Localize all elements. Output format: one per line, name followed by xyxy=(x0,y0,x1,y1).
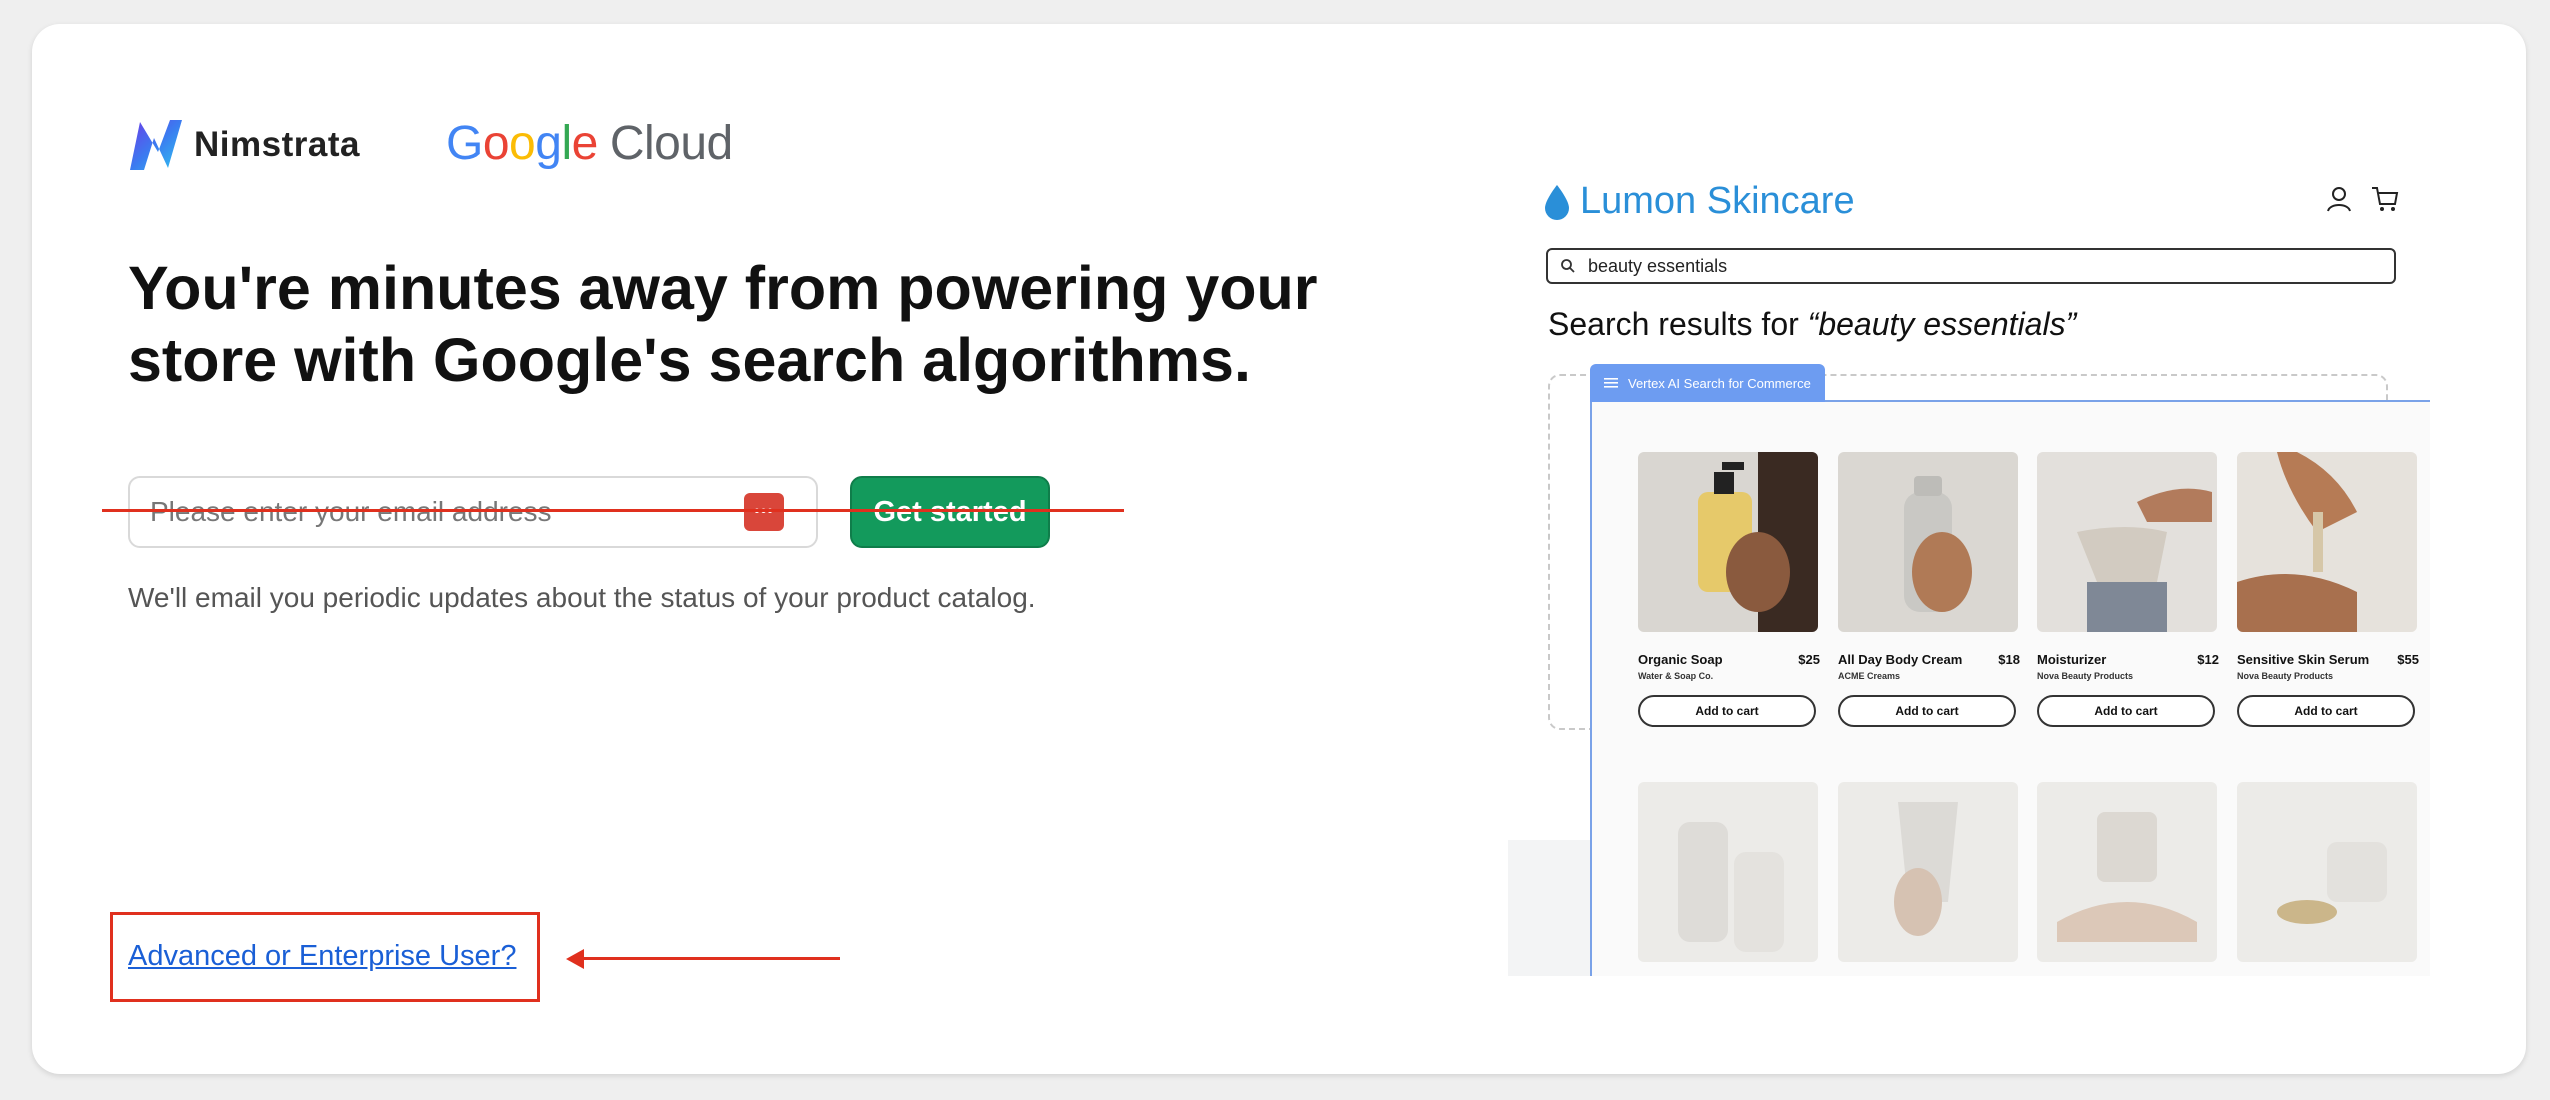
nimstrata-logo-mark xyxy=(130,120,182,170)
product-brand: Water & Soap Co. xyxy=(1638,671,1714,681)
email-field[interactable] xyxy=(150,478,750,546)
shop-name: Lumon Skincare xyxy=(1580,180,1855,222)
product-brand: Nova Beauty Products xyxy=(2037,671,2134,681)
search-icon xyxy=(1561,259,1575,273)
product-image xyxy=(2037,452,2217,632)
product-price: $55 xyxy=(2397,652,2419,667)
product-price: $18 xyxy=(1998,652,2020,667)
product-image xyxy=(2237,452,2417,632)
arrow-annotation-line xyxy=(580,957,840,960)
product-name: Sensitive Skin Serum xyxy=(2237,652,2370,667)
nimstrata-logo: Nimstrata xyxy=(128,118,360,172)
google-logo-letter: o xyxy=(509,117,536,170)
product-image xyxy=(1638,782,1818,962)
email-field-wrapper: ••• xyxy=(128,476,818,548)
water-drop-icon xyxy=(1545,184,1569,220)
product-image xyxy=(1638,452,1818,632)
get-started-button[interactable]: Get started xyxy=(850,476,1050,548)
google-logo-letter: G xyxy=(446,117,483,170)
product-name: All Day Body Cream xyxy=(1838,652,1963,667)
product-card: All Day Body Cream $18 ACME Creams Add to… xyxy=(1838,452,2020,727)
product-price: $25 xyxy=(1798,652,1820,667)
add-to-cart-button[interactable]: Add to cart xyxy=(1838,695,2016,727)
user-icon xyxy=(2327,187,2351,212)
storefront-preview: Lumon Skincare beauty essentials Search … xyxy=(1508,160,2430,976)
vertex-tab-label: Vertex AI Search for Commerce xyxy=(1628,375,1811,391)
results-title-query: “beauty essentials” xyxy=(1807,306,2077,342)
nimstrata-logo-text: Nimstrata xyxy=(194,125,360,164)
product-name: Moisturizer xyxy=(2037,652,2107,667)
shop-logo: Lumon Skincare xyxy=(1544,180,1855,223)
google-logo-letter: g xyxy=(535,117,562,170)
product-image xyxy=(1838,452,2018,632)
product-image xyxy=(2037,782,2217,962)
google-logo-letter: l xyxy=(561,117,572,170)
cart-icon xyxy=(2372,187,2399,211)
add-to-cart-button[interactable]: Add to cart xyxy=(2037,695,2215,727)
strikethrough-annotation xyxy=(102,509,1124,512)
product-price: $12 xyxy=(2197,652,2219,667)
vertex-tab: Vertex AI Search for Commerce xyxy=(1590,364,1825,402)
product-image xyxy=(2237,782,2417,962)
page-title: You're minutes away from powering your s… xyxy=(128,254,1318,394)
product-card: Organic Soap $25 Water & Soap Co. Add to … xyxy=(1638,452,1820,727)
product-card: Moisturizer $12 Nova Beauty Products Add … xyxy=(2037,452,2219,727)
google-logo-letter: o xyxy=(482,117,510,170)
product-image xyxy=(1838,782,2018,962)
product-brand: Nova Beauty Products xyxy=(2237,671,2334,681)
product-name: Organic Soap xyxy=(1638,652,1723,667)
shop-search-bar: beauty essentials xyxy=(1546,248,2396,284)
google-logo-letters: Google xyxy=(446,116,598,171)
email-note: We'll email you periodic updates about t… xyxy=(128,582,1036,613)
google-logo-letter: e xyxy=(571,117,599,170)
results-title: Search results for “beauty essentials” xyxy=(1548,306,2076,343)
product-card: Sensitive Skin Serum $55 Nova Beauty Prod… xyxy=(2237,452,2419,727)
add-to-cart-button[interactable]: Add to cart xyxy=(1638,695,1816,727)
preview-fade xyxy=(1508,840,1590,976)
shop-search-query: beauty essentials xyxy=(1588,255,1728,276)
google-cloud-logo: Google Cloud xyxy=(446,116,733,171)
advanced-enterprise-link[interactable]: Advanced or Enterprise User? xyxy=(128,940,516,973)
product-brand: ACME Creams xyxy=(1838,671,1901,681)
password-manager-icon[interactable]: ••• xyxy=(744,493,784,531)
google-cloud-logo-text: Cloud xyxy=(609,117,733,170)
arrow-left-icon xyxy=(566,949,584,969)
results-title-prefix: Search results for xyxy=(1548,306,1808,342)
menu-icon xyxy=(1604,378,1618,388)
add-to-cart-button[interactable]: Add to cart xyxy=(2237,695,2415,727)
